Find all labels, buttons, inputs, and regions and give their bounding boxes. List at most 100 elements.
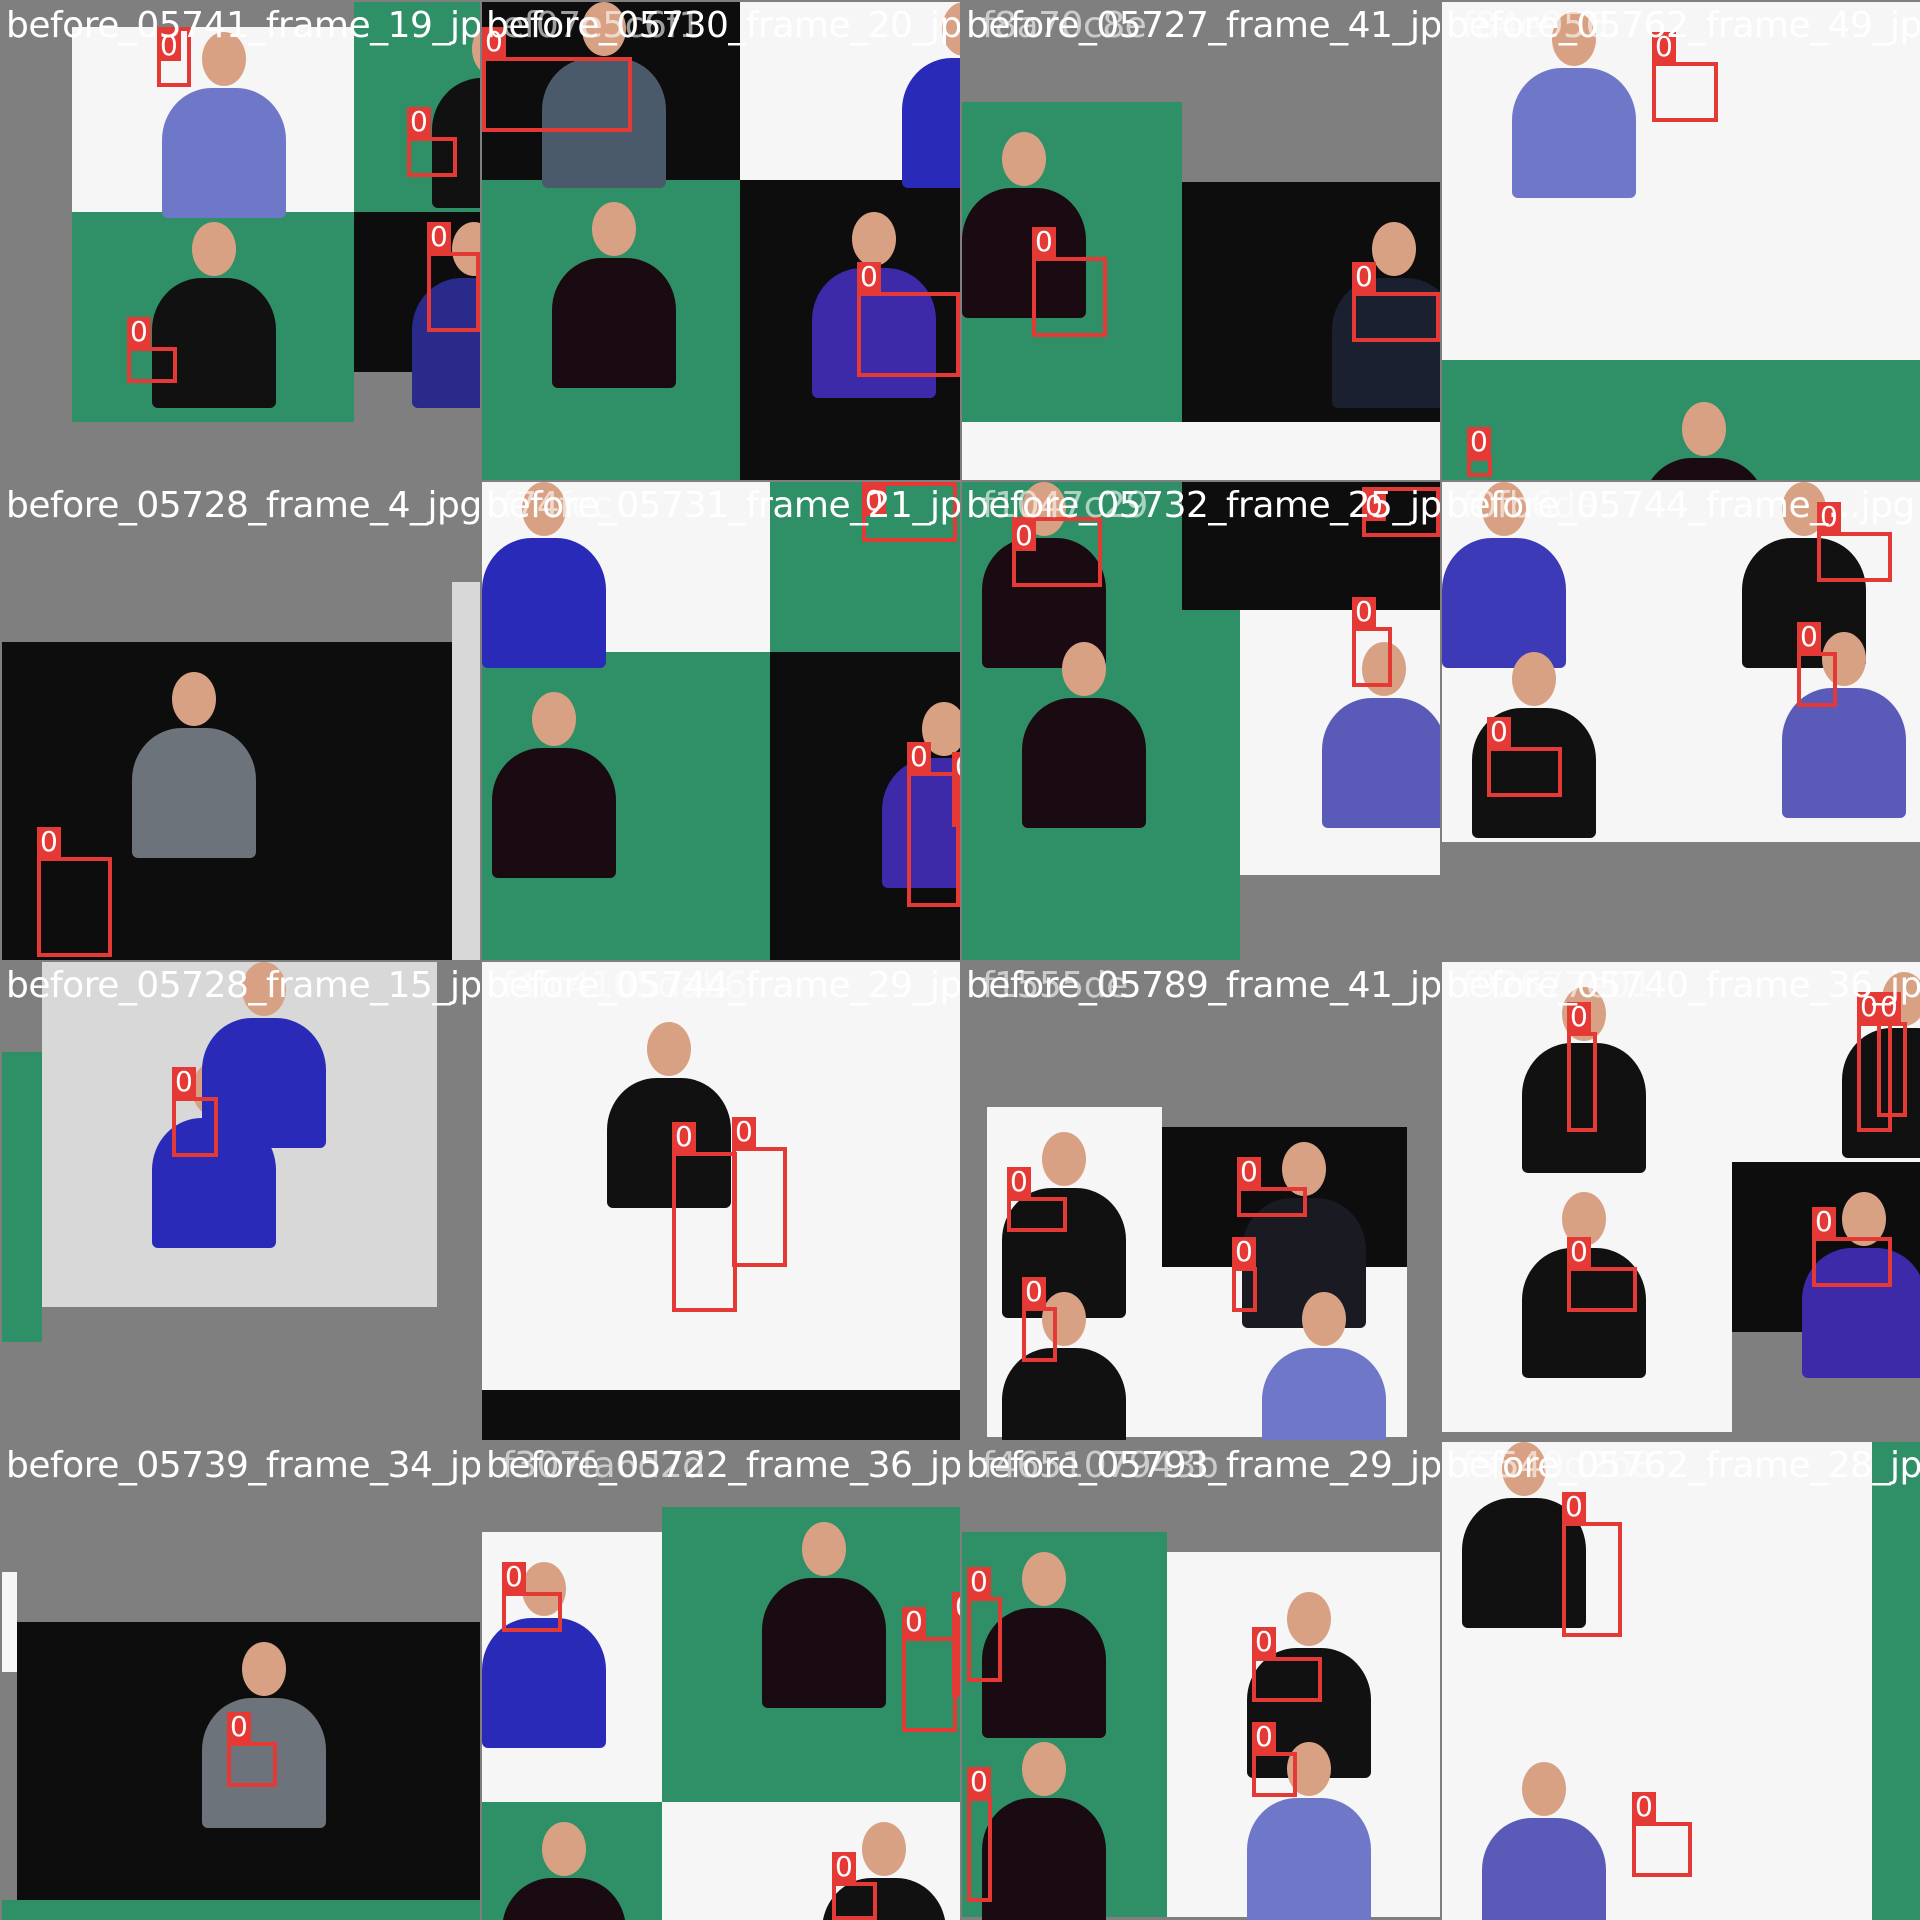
mosaic-tile: 0 0 0 before_05732_frame_25_jpg f1047c29	[962, 482, 1440, 960]
box-class-label: 0	[1352, 597, 1376, 627]
hand-bounding-box: 0	[1567, 1237, 1637, 1312]
box-class-label: 0	[227, 1712, 251, 1742]
signer-head	[862, 1822, 906, 1876]
mosaic-tile: 0 0 0 0 before_05789_frame_41_jpg f1555de	[962, 962, 1440, 1440]
tile-overlap-filename: f4fc4105dab6	[502, 965, 747, 1006]
signer-torso	[1262, 1348, 1386, 1440]
box-class-label: 0	[952, 752, 960, 782]
tile-overlap-filename: f465107943b	[982, 1445, 1219, 1486]
mosaic-tile: 0 0 before_05744_frame_29_jpg f4fc4105dab6	[482, 962, 960, 1440]
signer-head	[802, 1522, 846, 1576]
hand-bounding-box: 0	[672, 1122, 737, 1312]
box-class-label: 0	[1567, 1002, 1591, 1032]
signer-torso	[1782, 688, 1906, 818]
signer-torso	[1442, 538, 1566, 668]
hand-bounding-box: 0	[1352, 597, 1392, 687]
signer-head	[542, 1822, 586, 1876]
box-class-label: 0	[1632, 1792, 1656, 1822]
mosaic-tile: 0 0 before_05727_frame_41_jpg f8a70c8e	[962, 2, 1440, 480]
hand-bounding-box: 0	[1877, 992, 1907, 1117]
hand-bounding-box: 0	[952, 752, 960, 827]
signer-head	[852, 212, 896, 266]
box-class-label: 0	[952, 1592, 960, 1622]
hand-bounding-box: 0	[1487, 717, 1562, 797]
tile-filename: before_05741_frame_19_jpg	[6, 5, 480, 46]
hand-bounding-box: 0	[227, 1712, 277, 1787]
hand-bounding-box: 0	[502, 1562, 562, 1632]
signer-torso	[162, 88, 286, 218]
signer-head	[242, 1642, 286, 1696]
hand-bounding-box: 0	[1467, 427, 1492, 477]
mosaic-tile: 0 0 before_05730_frame_20_jpg ef07e5c6f1	[482, 2, 960, 480]
box-class-label: 0	[502, 1562, 526, 1592]
box-class-label: 0	[967, 1567, 991, 1597]
signer-torso	[1247, 1798, 1371, 1920]
tile-overlap-filename: f74fec	[502, 485, 613, 526]
hand-bounding-box: 0	[37, 827, 112, 957]
hand-bounding-box: 0	[1012, 517, 1102, 587]
hand-bounding-box: 0	[1797, 622, 1837, 707]
hand-bounding-box: 0	[732, 1117, 787, 1267]
hand-bounding-box: 0	[1632, 1792, 1692, 1877]
box-class-label: 0	[127, 317, 151, 347]
signer-torso	[132, 728, 256, 858]
tile-overlap-filename: f84e956	[1462, 5, 1608, 46]
tile-filename: before_05728_frame_4_jpg	[6, 485, 480, 526]
photo-region	[2, 1052, 42, 1342]
mosaic-tile: 000before_05731_frame_21_jpgf74fec	[482, 482, 960, 960]
hand-bounding-box: 0	[1352, 262, 1440, 342]
tile-overlap-filename: f307fa6d2d	[502, 1445, 705, 1486]
mosaic-tile: 0 0 before_05762_frame_28_jpg f5540d2b8	[1442, 1442, 1920, 1920]
mosaic-tile: 0 0 0 before_05744_frame_...jpg f0fb6da	[1442, 482, 1920, 960]
box-class-label: 0	[1252, 1627, 1276, 1657]
box-class-label: 0	[427, 222, 451, 252]
signer-head	[172, 672, 216, 726]
mosaic-tile: 0 before_05728_frame_15_jpg	[2, 962, 480, 1440]
hand-bounding-box: 0	[967, 1567, 1002, 1682]
mosaic-tile: 0 0 0 0 before_05741_frame_19_jpg	[2, 2, 480, 480]
box-class-label: 0	[1487, 717, 1511, 747]
photo-region	[452, 582, 480, 960]
photo-region	[1872, 1742, 1920, 1920]
hand-bounding-box: 0	[172, 1067, 218, 1157]
box-class-label: 0	[1032, 227, 1056, 257]
signer-torso	[1322, 698, 1440, 828]
mosaic-tile: 0 0 0 0 0 before_05740_frame_36_jpg f92677e01	[1442, 962, 1920, 1440]
signer-torso	[552, 258, 676, 388]
signer-head	[1372, 222, 1416, 276]
signer-torso	[1482, 1818, 1606, 1920]
hand-bounding-box: 0	[967, 1767, 992, 1902]
box-class-label: 0	[1467, 427, 1491, 457]
box-class-label: 0	[172, 1067, 196, 1097]
photo-region	[2, 1900, 480, 1920]
box-class-label: 0	[672, 1122, 696, 1152]
box-class-label: 0	[1252, 1722, 1276, 1752]
signer-head	[1287, 1592, 1331, 1646]
signer-head	[592, 202, 636, 256]
hand-bounding-box: 0	[1812, 1207, 1892, 1287]
signer-torso	[1512, 68, 1636, 198]
hand-bounding-box: 0	[1652, 32, 1718, 122]
tile-overlap-filename: f92677e01	[1462, 965, 1653, 1006]
mosaic-grid: 0 0 0 0 before_05741_frame_19_jpg 0 0 before_05…	[0, 0, 1920, 1920]
box-class-label: 0	[407, 107, 431, 137]
tile-overlap-filename: f1047c29	[982, 485, 1148, 526]
box-class-label: 0	[1007, 1167, 1031, 1197]
hand-bounding-box: 0	[1022, 1277, 1057, 1362]
tile-overlap-filename: f5540d2b8	[1462, 1445, 1654, 1486]
hand-bounding-box: 0	[1817, 502, 1892, 582]
signer-head	[1022, 1552, 1066, 1606]
mosaic-tile: 0 0 before_05762_frame_49_jpg f84e956	[1442, 2, 1920, 480]
signer-head	[1002, 132, 1046, 186]
box-class-label: 0	[902, 1607, 926, 1637]
signer-head	[1682, 402, 1726, 456]
signer-head	[1512, 652, 1556, 706]
hand-bounding-box: 0	[1252, 1722, 1297, 1797]
hand-bounding-box: 0	[1252, 1627, 1322, 1702]
tile-overlap-filename: f0fb6da	[1462, 485, 1598, 526]
tile-overlap-filename: ef07e5c6f1	[502, 5, 701, 46]
box-class-label: 0	[832, 1852, 856, 1882]
box-class-label: 0	[732, 1117, 756, 1147]
hand-bounding-box: 0	[1032, 227, 1107, 337]
tile-filename: before_05728_frame_15_jpg	[6, 965, 480, 1006]
